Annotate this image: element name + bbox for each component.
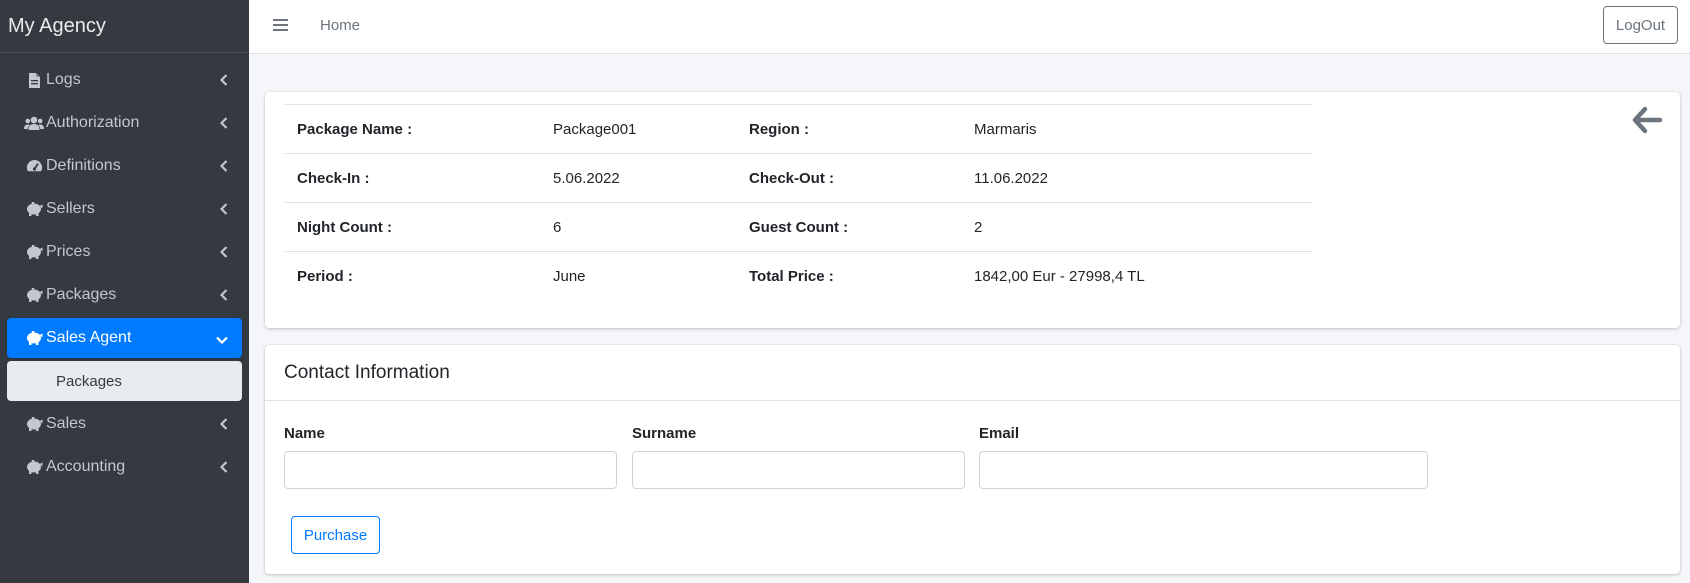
piggy-bank-icon: [23, 329, 45, 347]
name-field-group: Name: [284, 425, 617, 489]
sidebar-item-definitions[interactable]: Definitions: [7, 146, 242, 186]
chevron-down-icon: [216, 331, 228, 349]
name-input[interactable]: [284, 451, 617, 489]
sidebar: My Agency Logs Authorization Definitions: [0, 0, 249, 583]
chevron-left-icon: [219, 417, 228, 435]
sidebar-item-label: Accounting: [46, 458, 126, 475]
users-icon: [23, 114, 45, 132]
surname-field-group: Surname: [632, 425, 965, 489]
contact-information-card: Contact Information Name Surname Email P…: [265, 345, 1680, 574]
purchase-button[interactable]: Purchase: [291, 516, 380, 554]
period-label: Period :: [285, 251, 541, 301]
table-row: Check-In : 5.06.2022 Check-Out : 11.06.2…: [285, 153, 1312, 203]
sidebar-item-authorization[interactable]: Authorization: [7, 103, 242, 143]
package-details-card: Package Name : Package001 Region : Marma…: [265, 92, 1680, 328]
chevron-left-icon: [219, 73, 228, 91]
name-label: Name: [284, 425, 325, 442]
brand-title[interactable]: My Agency: [0, 0, 249, 53]
file-icon: [23, 71, 45, 89]
sidebar-item-sellers[interactable]: Sellers: [7, 189, 242, 229]
night-count-value: 6: [541, 202, 737, 252]
sidebar-item-label: Logs: [46, 71, 81, 88]
logout-button[interactable]: LogOut: [1603, 6, 1678, 44]
piggy-bank-icon: [23, 458, 45, 476]
sidebar-item-label: Authorization: [46, 114, 140, 131]
table-row: Period : June Total Price : 1842,00 Eur …: [285, 251, 1312, 301]
package-name-value: Package001: [541, 104, 737, 154]
sidebar-nav: Logs Authorization Definitions Sellers P…: [0, 53, 249, 487]
surname-label: Surname: [632, 425, 697, 442]
check-out-value: 11.06.2022: [962, 153, 1312, 203]
email-field-group: Email: [979, 425, 1428, 489]
chevron-left-icon: [219, 288, 228, 306]
guest-count-value: 2: [962, 202, 1312, 252]
sidebar-item-label: Prices: [46, 243, 91, 260]
table-row: Night Count : 6 Guest Count : 2: [285, 202, 1312, 252]
sidebar-item-label: Sales Agent: [46, 329, 132, 346]
home-link[interactable]: Home: [320, 17, 360, 34]
table-row: Package Name : Package001 Region : Marma…: [285, 104, 1312, 154]
sidebar-item-logs[interactable]: Logs: [7, 60, 242, 100]
gauge-icon: [23, 157, 45, 175]
email-label: Email: [979, 425, 1020, 442]
piggy-bank-icon: [23, 415, 45, 433]
chevron-left-icon: [219, 116, 228, 134]
guest-count-label: Guest Count :: [737, 202, 962, 252]
check-out-label: Check-Out :: [737, 153, 962, 203]
period-value: June: [541, 251, 737, 301]
sidebar-item-packages[interactable]: Packages: [7, 275, 242, 315]
back-arrow-icon[interactable]: [1632, 106, 1663, 138]
chevron-left-icon: [219, 460, 228, 478]
sidebar-item-sales[interactable]: Sales: [7, 404, 242, 444]
region-label: Region :: [737, 104, 962, 154]
hamburger-menu-icon[interactable]: [273, 18, 288, 36]
sidebar-item-label: Definitions: [46, 157, 121, 174]
chevron-left-icon: [219, 159, 228, 177]
package-name-label: Package Name :: [285, 104, 541, 154]
check-in-value: 5.06.2022: [541, 153, 737, 203]
night-count-label: Night Count :: [285, 202, 541, 252]
surname-input[interactable]: [632, 451, 965, 489]
package-info-table: Package Name : Package001 Region : Marma…: [285, 104, 1312, 301]
email-input[interactable]: [979, 451, 1428, 489]
total-price-value: 1842,00 Eur - 27998,4 TL: [962, 251, 1312, 301]
sidebar-item-label: Sales: [46, 415, 87, 432]
piggy-bank-icon: [23, 286, 45, 304]
sidebar-item-label: Packages: [46, 286, 117, 303]
sidebar-item-sales-agent[interactable]: Sales Agent: [7, 318, 242, 358]
chevron-left-icon: [219, 202, 228, 220]
sidebar-subitem-packages[interactable]: Packages: [7, 361, 242, 401]
check-in-label: Check-In :: [285, 153, 541, 203]
topbar: Home LogOut: [249, 0, 1690, 54]
piggy-bank-icon: [23, 200, 45, 218]
card-title: Contact Information: [265, 345, 1680, 401]
piggy-bank-icon: [23, 243, 45, 261]
chevron-left-icon: [219, 245, 228, 263]
sidebar-item-prices[interactable]: Prices: [7, 232, 242, 272]
sidebar-item-label: Sellers: [46, 200, 95, 217]
region-value: Marmaris: [962, 104, 1312, 154]
total-price-label: Total Price :: [737, 251, 962, 301]
sidebar-item-accounting[interactable]: Accounting: [7, 447, 242, 487]
